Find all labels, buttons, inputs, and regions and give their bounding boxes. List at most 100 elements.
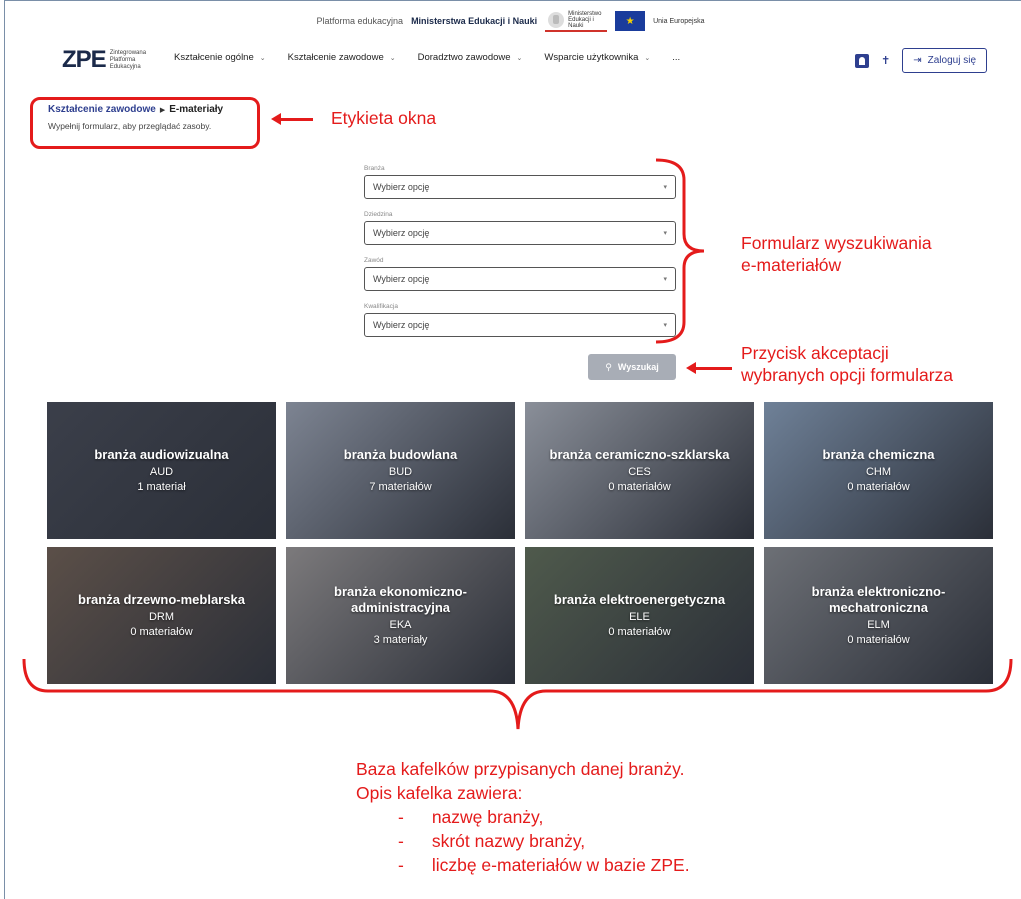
tile-code: ELM [867,618,890,631]
button-arrow [686,362,732,374]
nav-item-doradztwo-zawodowe[interactable]: Doradztwo zawodowe ⌄ [418,52,523,63]
accessibility-person-icon[interactable]: ✝ [881,54,890,67]
tile-code: CHM [865,465,892,478]
kwalifikacja-select[interactable]: Wybierz opcję ▾ [364,313,676,337]
tiles-brace [22,658,1013,730]
tile-content: branża elektroenergetyczna ELE 0 materia… [554,592,725,640]
tile-code: DRM [148,610,175,623]
tile-count: 0 materiałów [608,480,671,493]
tile-count: 1 materiał [137,480,186,493]
chevron-down-icon: ⌄ [644,54,651,62]
login-button-label: Zaloguj się [927,55,976,66]
list-item-text: liczbę e-materiałów w bazie ZPE. [431,855,690,875]
field-label-dziedzina: Dziedzina [364,211,393,218]
annotation-tiles-list: - nazwę branży, - skrót nazwy branży, - lic… [398,805,690,877]
tile-count: 0 materiałów [130,625,193,638]
eu-label: Unia Europejska [653,17,705,25]
breadcrumb-current: E-materiały [169,104,224,115]
annotation-tiles-line-2: Opis kafelka zawiera: [356,783,523,803]
zpe-logo[interactable]: ZPE Zintegrowana Platforma Edukacyjna [62,46,147,74]
tile-count: 7 materiałów [369,480,432,493]
tile-name: branża ceramiczno-szklarska [549,446,730,462]
tile-name: branża elektroenergetyczna [553,591,726,607]
tile-code: CES [628,465,651,478]
eu-flag-icon: ★ [615,11,646,31]
select-placeholder: Wybierz opcję [373,228,430,238]
annotation-button-line-1: Przycisk akceptacji [741,343,889,363]
tile-name: branża audiowizualna [94,446,229,462]
document-border-top [4,0,1021,1]
nav-item-wsparcie-uzytkownika[interactable]: Wsparcie użytkownika ⌄ [544,52,650,63]
logo-text: Zintegrowana Platforma Edukacyjna [109,49,147,70]
document-border-left [4,0,5,899]
annotation-form-line-2: e-materiałów [741,255,842,275]
select-placeholder: Wybierz opcję [373,182,430,192]
chevron-down-icon: ⌄ [259,54,266,62]
breadcrumb: Kształcenie zawodowe ▶ E-materiały [48,104,223,115]
annotation-form-line-1: Formularz wyszukiwania [741,233,932,253]
list-dash: - [398,831,404,851]
dziedzina-select[interactable]: Wybierz opcję ▾ [364,221,676,245]
nav-item-label: Kształcenie zawodowe [287,52,384,63]
annotation-tiles-line-1: Baza kafelków przypisanych danej branży. [356,759,685,779]
annotation-tiles: Baza kafelków przypisanych danej branży.… [356,757,684,805]
zawod-select[interactable]: Wybierz opcję ▾ [364,267,676,291]
nav-item-ksztalcenie-ogolne[interactable]: Kształcenie ogólne ⌄ [174,52,266,63]
login-button[interactable]: ⇥ Zaloguj się [902,48,987,73]
list-item: - nazwę branży, [398,805,690,829]
nav-item-label: ... [672,52,681,63]
list-item: - skrót nazwy branży, [398,829,690,853]
nav-item-label: Kształcenie ogólne [174,52,254,63]
ministry-badge[interactable]: Ministerstwo Edukacji i Nauki [545,10,608,32]
tile-content: branża ekonomiczno-administracyjna EKA 3… [301,584,501,648]
nav-item-ksztalcenie-zawodowe[interactable]: Kształcenie zawodowe ⌄ [288,52,396,63]
tile-aud[interactable]: branża audiowizualna AUD 1 materiał [47,402,276,539]
nav-item-more[interactable]: ... [672,52,680,63]
platform-ministry: Ministerstwa Edukacji i Nauki [411,16,538,26]
annotation-button-line-2: wybranych opcji formularza [741,365,954,385]
window-label-arrow [271,113,313,125]
tile-ces[interactable]: branża ceramiczno-szklarska CES 0 materi… [525,402,754,539]
annotation-button-label: Przycisk akceptacji wybranych opcji form… [741,342,953,386]
breadcrumb-link[interactable]: Kształcenie zawodowe [48,104,156,115]
annotation-form-label: Formularz wyszukiwania e-materiałów [741,232,932,276]
field-label-zawod: Zawód [364,257,384,264]
form-brace [655,158,705,344]
industry-tiles-grid: branża audiowizualna AUD 1 materiał bran… [47,402,995,684]
tile-count: 3 materiały [373,633,428,646]
tile-content: branża audiowizualna AUD 1 materiał [94,447,228,495]
site-header: ZPE Zintegrowana Platforma Edukacyjna Ks… [0,36,1021,86]
breadcrumb-separator-icon: ▶ [159,106,166,114]
list-dash: - [398,855,404,875]
nav-item-label: Doradztwo zawodowe [417,52,511,63]
search-button-label: Wyszukaj [617,362,659,372]
eagle-emblem-icon [548,12,565,28]
tile-name: branża drzewno-meblarska [78,591,245,607]
tile-content: branża budowlana BUD 7 materiałów [344,447,457,495]
list-dash: - [398,807,404,827]
chevron-down-icon: ⌄ [389,54,396,62]
select-placeholder: Wybierz opcję [373,320,430,330]
login-icon: ⇥ [913,55,922,66]
tile-name: branża budowlana [343,446,458,462]
list-item-text: nazwę branży, [431,807,544,827]
tile-bud[interactable]: branża budowlana BUD 7 materiałów [286,402,515,539]
branza-select[interactable]: Wybierz opcję ▾ [364,175,676,199]
tile-code: ELE [629,610,650,623]
tile-code: BUD [388,465,413,478]
tile-code: AUD [149,465,174,478]
annotation-window-label: Etykieta okna [331,108,437,128]
select-placeholder: Wybierz opcję [373,274,430,284]
page-subtitle: Wypełnij formularz, aby przeglądać zasob… [48,121,212,131]
logo-mark: ZPE [62,46,107,73]
tile-name: branża elektroniczno-mechatroniczna [811,583,946,615]
tile-chm[interactable]: branża chemiczna CHM 0 materiałów [764,402,993,539]
document-frame: Platforma edukacyjna Ministerstwa Edukac… [0,0,1021,899]
search-button[interactable]: ⚲ Wyszukaj [588,354,676,380]
accessibility-icon[interactable] [855,53,870,68]
header-actions: ✝ ⇥ Zaloguj się [855,48,987,73]
ministry-badge-label: Ministerstwo Edukacji i Nauki [568,11,602,29]
tile-code: EKA [389,618,412,631]
search-icon: ⚲ [605,361,612,372]
list-item-text: skrót nazwy branży, [431,831,586,851]
